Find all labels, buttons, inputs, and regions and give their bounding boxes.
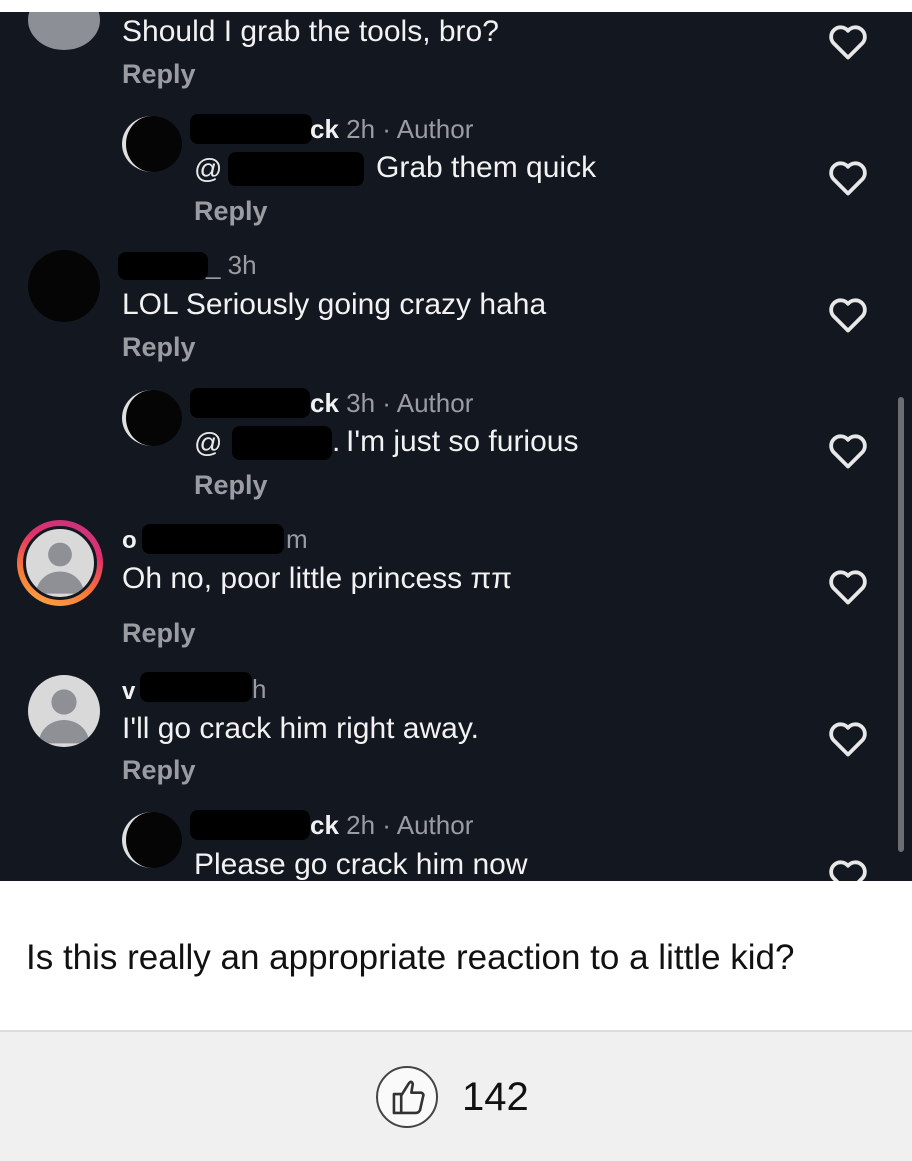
like-count: 142 [462,1075,529,1119]
heart-icon[interactable] [827,432,869,470]
reply-button[interactable]: Reply [194,196,268,226]
author-avatar[interactable] [122,390,182,446]
redacted-username [190,810,310,840]
redacted-username [142,524,284,554]
like-button[interactable] [376,1066,438,1128]
comment-meta: _ 3h [206,250,257,280]
scrollbar[interactable] [898,397,904,852]
comment-text: I'm just so furious [346,425,579,458]
heart-icon[interactable] [827,568,869,606]
comment-meta: ck 3h · Author [310,388,474,418]
heart-icon[interactable] [827,858,869,881]
comment-text: Grab them quick [376,151,597,184]
comment-meta: ck 2h · Author [310,114,474,144]
heart-icon[interactable] [827,720,869,758]
commenter-avatar[interactable] [28,12,100,50]
redacted-mention [232,426,332,460]
reply-button[interactable]: Reply [122,332,196,362]
comment-time: h [252,674,267,704]
comment-text: I'll go crack him right away. [122,712,479,745]
author-avatar[interactable] [122,812,182,868]
top-white-strip [0,0,912,12]
comment-text: Oh no, poor little princess ππ [122,562,512,595]
comment-text: LOL Seriously going crazy haha [122,288,547,321]
reply-button[interactable]: Reply [122,618,196,648]
redacted-username [190,388,310,418]
author-avatar[interactable] [122,116,182,172]
heart-icon[interactable] [827,23,869,61]
reply-button[interactable]: Reply [194,470,268,500]
heart-icon[interactable] [827,159,869,197]
thumbs-up-icon [392,1080,425,1115]
comment-text: Please go crack him now [194,848,528,881]
footer-bar [0,1030,912,1161]
reply-button[interactable]: Reply [122,755,196,785]
default-user-avatar-icon[interactable] [28,675,100,747]
username-fragment: v [122,678,136,705]
comment-text: Should I grab the tools, bro? [122,15,499,48]
mention-at[interactable]: @ [194,154,222,184]
comment-time: m [286,524,308,554]
redacted-username [118,252,208,280]
username-fragment: o [122,527,137,554]
post-caption: Is this really an appropriate reaction t… [26,938,795,977]
heart-icon[interactable] [827,296,869,334]
redacted-mention [228,152,364,186]
redacted-username [140,672,252,702]
reply-button[interactable]: Reply [122,59,196,89]
commenter-avatar[interactable] [28,250,100,322]
redacted-username [190,114,312,144]
comment-meta: ck 2h · Author [310,810,474,840]
default-user-avatar-icon [23,526,97,600]
comments-panel: Should I grab the tools, bro? Reply ck 2… [0,12,912,881]
comment-punct: . [332,425,341,458]
mention-at[interactable]: @ [194,428,222,458]
